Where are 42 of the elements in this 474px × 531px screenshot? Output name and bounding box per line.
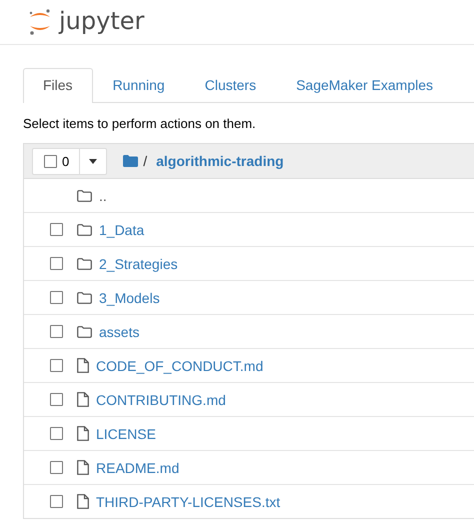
caret-icon — [89, 158, 98, 164]
file-icon — [77, 392, 89, 407]
folder-icon — [77, 326, 92, 338]
file-icon — [77, 358, 89, 373]
item-checkbox[interactable] — [50, 461, 63, 474]
select-all-control[interactable]: 0 — [32, 148, 108, 174]
tab[interactable]: Files — [23, 68, 93, 103]
file-icon — [77, 494, 89, 509]
item-checkbox[interactable] — [50, 325, 63, 338]
item-link[interactable]: 2_Strategies — [99, 256, 178, 272]
item-link[interactable]: README.md — [96, 460, 180, 476]
item-link[interactable]: 3_Models — [99, 290, 160, 306]
item-checkbox[interactable] — [50, 427, 63, 440]
breadcrumb-link[interactable]: algorithmic-trading — [156, 153, 284, 169]
tab[interactable]: SageMaker Examples — [276, 68, 454, 102]
folder-icon — [77, 190, 92, 202]
item-checkbox[interactable] — [50, 359, 63, 372]
item-link[interactable]: THIRD-PARTY-LICENSES.txt — [96, 494, 280, 510]
item-checkbox[interactable] — [50, 393, 63, 406]
item-checkbox[interactable] — [50, 257, 63, 270]
tab[interactable]: Running — [92, 68, 185, 102]
item-link[interactable]: LICENSE — [96, 426, 156, 442]
item-link[interactable]: assets — [99, 324, 140, 340]
tab[interactable]: Clusters — [184, 68, 276, 102]
logo-text: jupyter — [59, 7, 144, 35]
file-icon — [77, 460, 89, 475]
file-icon — [77, 426, 89, 441]
folder-icon — [77, 224, 92, 236]
select-all-checkbox[interactable] — [44, 154, 57, 168]
item-link[interactable]: CONTRIBUTING.md — [96, 392, 226, 408]
folder-icon — [77, 292, 92, 304]
item-checkbox[interactable] — [50, 291, 63, 304]
selected-count: 0 — [62, 154, 70, 168]
folder-icon — [77, 258, 92, 270]
instructions-text: Select items to perform actions on them. — [23, 116, 257, 131]
path-separator: / — [143, 153, 148, 169]
item-link[interactable]: .. — [99, 188, 107, 204]
item-link[interactable]: CODE_OF_CONDUCT.md — [96, 358, 264, 374]
folder-icon[interactable] — [123, 155, 138, 167]
item-checkbox[interactable] — [50, 223, 63, 236]
item-checkbox[interactable] — [50, 495, 63, 508]
item-link[interactable]: 1_Data — [99, 222, 144, 238]
